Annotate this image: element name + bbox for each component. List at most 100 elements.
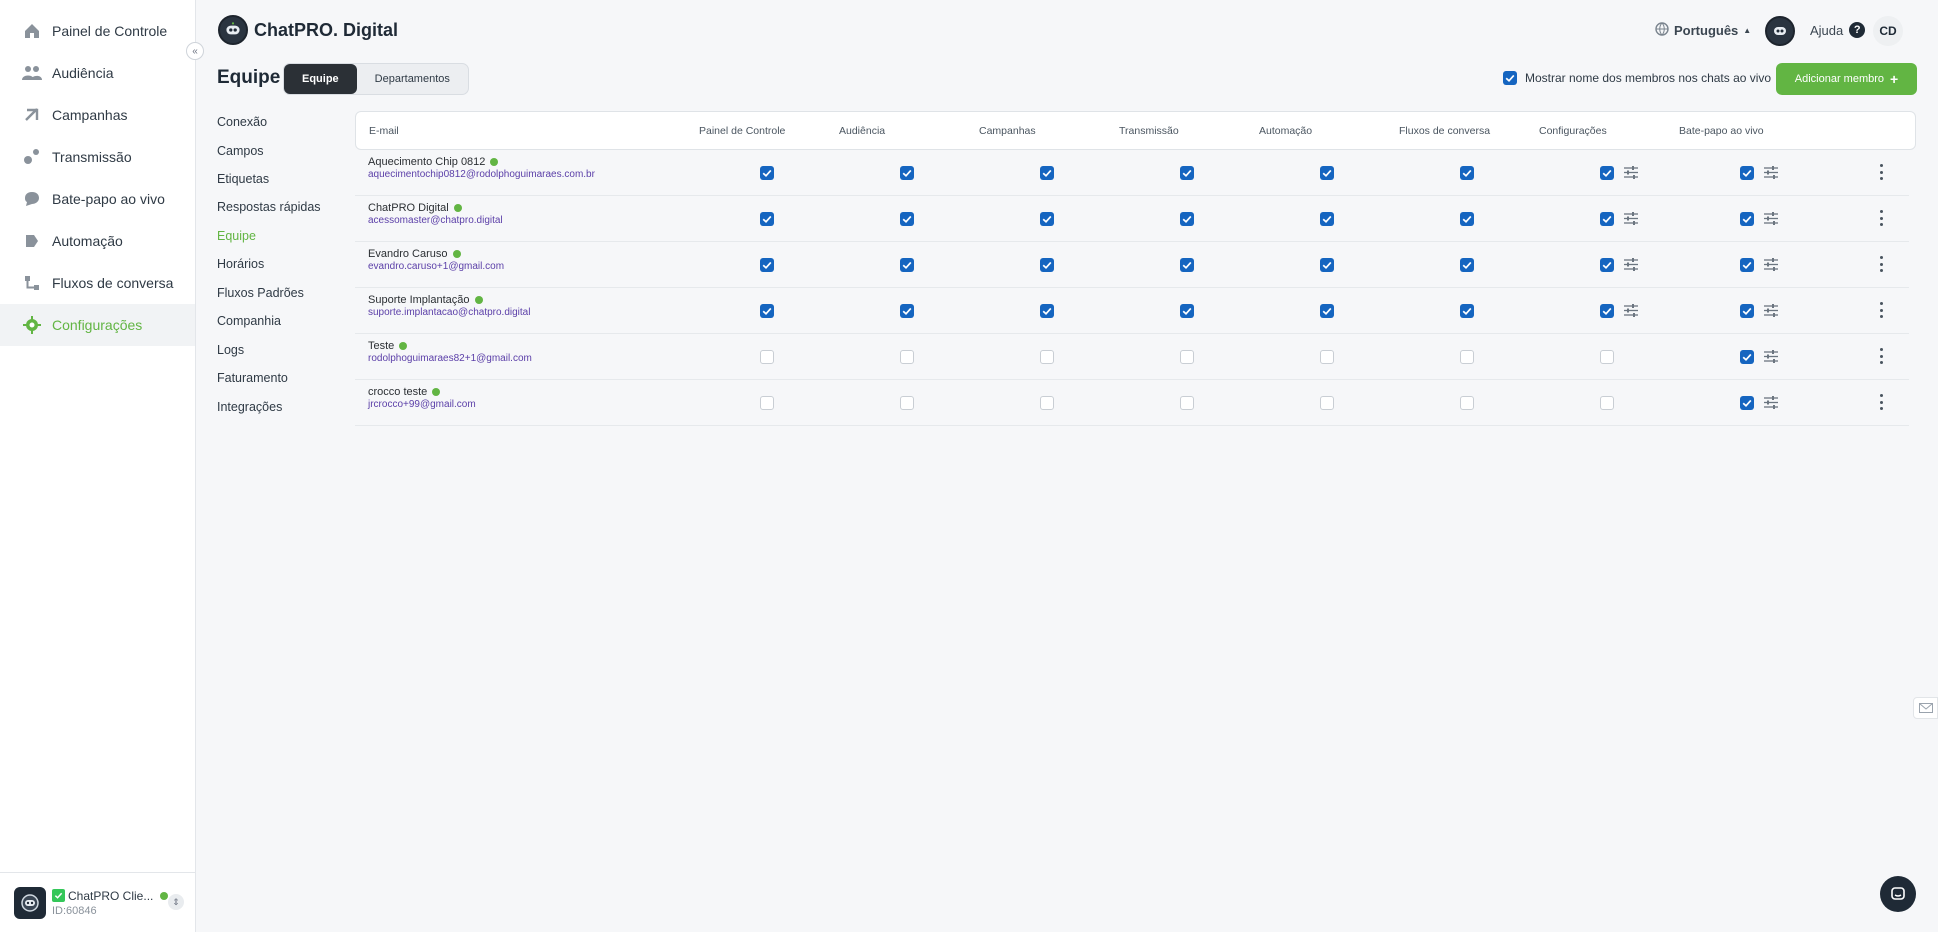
sidebar-item-automa-o[interactable]: Automação xyxy=(0,220,195,262)
collapse-sidebar-button[interactable]: « xyxy=(186,42,204,60)
settings-menu-item[interactable]: Logs xyxy=(217,343,244,357)
permission-checkbox[interactable] xyxy=(1740,258,1754,272)
permission-checkbox[interactable] xyxy=(1460,396,1474,410)
permission-checkbox[interactable] xyxy=(1460,212,1474,226)
permission-checkbox[interactable] xyxy=(900,166,914,180)
tune-settings-icon[interactable] xyxy=(1624,304,1638,317)
permission-checkbox[interactable] xyxy=(1600,396,1614,410)
permission-checkbox[interactable] xyxy=(900,396,914,410)
permission-checkbox[interactable] xyxy=(1740,396,1754,410)
sidebar-item-audi-ncia[interactable]: Audiência xyxy=(0,52,195,94)
permission-checkbox[interactable] xyxy=(760,350,774,364)
permission-checkbox[interactable] xyxy=(1180,350,1194,364)
settings-menu-item[interactable]: Horários xyxy=(217,257,264,271)
permission-checkbox[interactable] xyxy=(1320,258,1334,272)
permission-checkbox[interactable] xyxy=(900,212,914,226)
support-chat-button[interactable] xyxy=(1880,876,1916,912)
more-options-icon[interactable] xyxy=(1878,394,1884,410)
permission-checkbox[interactable] xyxy=(1460,258,1474,272)
permission-checkbox[interactable] xyxy=(1600,166,1614,180)
permission-checkbox[interactable] xyxy=(1740,212,1754,226)
permission-checkbox[interactable] xyxy=(1180,212,1194,226)
settings-menu-item[interactable]: Etiquetas xyxy=(217,172,269,186)
permission-checkbox[interactable] xyxy=(1320,396,1334,410)
help-link[interactable]: Ajuda ? xyxy=(1810,22,1866,38)
permission-checkbox[interactable] xyxy=(1040,304,1054,318)
show-member-names-toggle[interactable]: Mostrar nome dos membros nos chats ao vi… xyxy=(1503,71,1771,85)
show-names-checkbox[interactable] xyxy=(1503,71,1517,85)
permission-checkbox[interactable] xyxy=(900,304,914,318)
permission-checkbox[interactable] xyxy=(1460,304,1474,318)
tune-settings-icon[interactable] xyxy=(1764,396,1778,409)
tab-equipe[interactable]: Equipe xyxy=(284,64,357,94)
permission-checkbox[interactable] xyxy=(1320,212,1334,226)
settings-menu-item[interactable]: Fluxos Padrões xyxy=(217,286,304,300)
permission-checkbox[interactable] xyxy=(1740,304,1754,318)
bot-avatar[interactable] xyxy=(1765,16,1795,46)
permission-checkbox[interactable] xyxy=(1600,304,1614,318)
permission-checkbox[interactable] xyxy=(900,350,914,364)
more-options-icon[interactable] xyxy=(1878,256,1884,272)
settings-menu-item[interactable]: Integrações xyxy=(217,400,282,414)
tune-settings-icon[interactable] xyxy=(1764,258,1778,271)
permission-checkbox[interactable] xyxy=(1320,166,1334,180)
sidebar-item-transmiss-o[interactable]: Transmissão xyxy=(0,136,195,178)
permission-checkbox[interactable] xyxy=(1320,350,1334,364)
add-member-button[interactable]: Adicionar membro + xyxy=(1776,63,1917,95)
tune-settings-icon[interactable] xyxy=(1764,350,1778,363)
sidebar-item-configura-es[interactable]: Configurações xyxy=(0,304,195,346)
more-options-icon[interactable] xyxy=(1878,302,1884,318)
tune-settings-icon[interactable] xyxy=(1624,212,1638,225)
tune-settings-icon[interactable] xyxy=(1764,166,1778,179)
permission-checkbox[interactable] xyxy=(1740,350,1754,364)
settings-menu-item[interactable]: Respostas rápidas xyxy=(217,200,321,214)
permission-checkbox[interactable] xyxy=(900,258,914,272)
settings-menu-item[interactable]: Companhia xyxy=(217,314,281,328)
settings-menu-item[interactable]: Campos xyxy=(217,144,264,158)
settings-menu-item[interactable]: Equipe xyxy=(217,229,256,243)
permission-checkbox[interactable] xyxy=(1460,350,1474,364)
more-options-icon[interactable] xyxy=(1878,348,1884,364)
settings-menu-item[interactable]: Faturamento xyxy=(217,371,288,385)
permission-checkbox[interactable] xyxy=(1040,350,1054,364)
permission-checkbox[interactable] xyxy=(760,396,774,410)
table-row: Evandro Caruso evandro.caruso+1@gmail.com xyxy=(355,242,1909,288)
more-options-icon[interactable] xyxy=(1878,164,1884,180)
account-switcher[interactable]: ChatPRO Clie... ID:60846 ⇕ xyxy=(0,872,195,932)
automation-icon xyxy=(22,231,42,251)
settings-menu-item[interactable]: Conexão xyxy=(217,115,267,129)
permission-checkbox[interactable] xyxy=(1320,304,1334,318)
permission-checkbox[interactable] xyxy=(1040,258,1054,272)
permission-checkbox[interactable] xyxy=(1040,166,1054,180)
tune-settings-icon[interactable] xyxy=(1624,166,1638,179)
switch-account-icon[interactable]: ⇕ xyxy=(168,894,184,910)
permission-checkbox[interactable] xyxy=(1180,304,1194,318)
permission-checkbox[interactable] xyxy=(1460,166,1474,180)
language-selector[interactable]: Português ▲ xyxy=(1655,22,1751,39)
permission-checkbox[interactable] xyxy=(760,258,774,272)
permission-checkbox[interactable] xyxy=(1600,258,1614,272)
brand[interactable]: ChatPRO. Digital xyxy=(218,15,398,45)
permission-checkbox[interactable] xyxy=(1040,396,1054,410)
permission-checkbox[interactable] xyxy=(1180,396,1194,410)
permission-checkbox[interactable] xyxy=(1600,350,1614,364)
mail-icon[interactable] xyxy=(1913,697,1938,719)
permission-checkbox[interactable] xyxy=(1600,212,1614,226)
tune-settings-icon[interactable] xyxy=(1764,304,1778,317)
sidebar-item-fluxos-de-conversa[interactable]: Fluxos de conversa xyxy=(0,262,195,304)
permission-checkbox[interactable] xyxy=(1740,166,1754,180)
permission-checkbox[interactable] xyxy=(760,212,774,226)
tune-settings-icon[interactable] xyxy=(1624,258,1638,271)
tab-departamentos[interactable]: Departamentos xyxy=(357,64,468,94)
sidebar-item-painel-de-controle[interactable]: Painel de Controle xyxy=(0,10,195,52)
user-initials-avatar[interactable]: CD xyxy=(1873,16,1903,46)
permission-checkbox[interactable] xyxy=(760,166,774,180)
permission-checkbox[interactable] xyxy=(1040,212,1054,226)
tune-settings-icon[interactable] xyxy=(1764,212,1778,225)
more-options-icon[interactable] xyxy=(1878,210,1884,226)
sidebar-item-bate-papo-ao-vivo[interactable]: Bate-papo ao vivo xyxy=(0,178,195,220)
permission-checkbox[interactable] xyxy=(760,304,774,318)
permission-checkbox[interactable] xyxy=(1180,166,1194,180)
permission-checkbox[interactable] xyxy=(1180,258,1194,272)
sidebar-item-campanhas[interactable]: Campanhas xyxy=(0,94,195,136)
